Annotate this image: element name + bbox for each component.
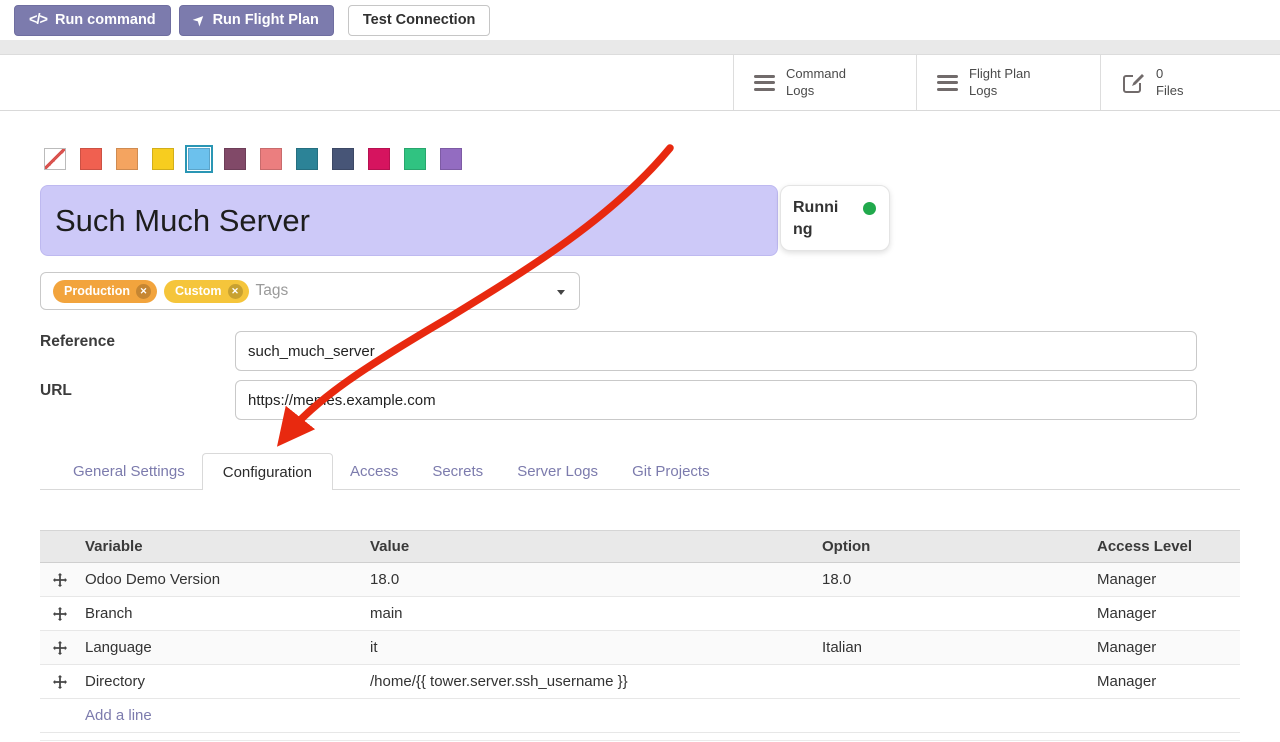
cell-access-level[interactable]: Manager — [1092, 673, 1240, 690]
test-connection-button[interactable]: Test Connection — [348, 5, 491, 36]
run-flight-plan-button[interactable]: ➤ Run Flight Plan — [179, 5, 334, 36]
drag-handle-icon[interactable] — [53, 641, 67, 655]
tab-secrets[interactable]: Secrets — [415, 453, 500, 489]
stat-label-line: Logs — [786, 83, 846, 100]
command-logs-stat-button[interactable]: Command Logs — [733, 55, 916, 110]
url-input[interactable] — [235, 380, 1197, 420]
cell-variable[interactable]: Directory — [80, 673, 365, 690]
cell-access-level[interactable]: Manager — [1092, 605, 1240, 622]
code-icon: </> — [29, 12, 47, 28]
color-swatch-yellow[interactable] — [152, 148, 174, 170]
gray-divider-band — [0, 40, 1280, 55]
stat-label-line: Flight Plan — [969, 66, 1030, 83]
table-row[interactable]: Directory /home/{{ tower.server.ssh_user… — [40, 665, 1240, 699]
url-label: URL — [40, 382, 72, 400]
column-header-access-level: Access Level — [1092, 538, 1240, 555]
status-label: Running — [793, 197, 845, 240]
remove-tag-icon[interactable]: ✕ — [228, 284, 243, 299]
color-swatch-orange[interactable] — [116, 148, 138, 170]
cell-variable[interactable]: Odoo Demo Version — [80, 571, 365, 588]
reference-input[interactable] — [235, 331, 1197, 371]
color-picker — [44, 148, 462, 170]
tab-general-settings[interactable]: General Settings — [56, 453, 202, 489]
run-command-button[interactable]: </> Run command — [14, 5, 171, 36]
table-row[interactable]: Language it Italian Manager — [40, 631, 1240, 665]
tags-field[interactable]: Production ✕ Custom ✕ Tags — [40, 272, 580, 310]
paper-plane-icon: ➤ — [190, 10, 209, 29]
cell-value[interactable]: main — [365, 605, 817, 622]
color-swatch-magenta[interactable] — [368, 148, 390, 170]
run-command-label: Run command — [55, 12, 156, 28]
status-card: Running — [780, 185, 890, 251]
tag-production[interactable]: Production ✕ — [53, 280, 157, 303]
column-header-value: Value — [365, 538, 817, 555]
stat-label-line: Command — [786, 66, 846, 83]
stat-label-line: Logs — [969, 83, 1030, 100]
column-header-variable: Variable — [80, 538, 365, 555]
add-line-row: Add a line — [40, 699, 1240, 733]
tab-configuration[interactable]: Configuration — [202, 453, 333, 490]
drag-handle-icon[interactable] — [53, 675, 67, 689]
cell-option[interactable]: Italian — [817, 639, 1092, 656]
run-flight-plan-label: Run Flight Plan — [213, 12, 319, 28]
cell-value[interactable]: /home/{{ tower.server.ssh_username }} — [365, 673, 817, 690]
tab-git-projects[interactable]: Git Projects — [615, 453, 727, 489]
section-divider — [40, 740, 1240, 741]
color-swatch-cyan-selected[interactable] — [188, 148, 210, 170]
cell-variable[interactable]: Branch — [80, 605, 365, 622]
column-header-option: Option — [817, 538, 1092, 555]
dropdown-caret-icon[interactable] — [557, 290, 565, 295]
tag-label: Production — [64, 284, 130, 298]
configuration-table: Variable Value Option Access Level Odoo … — [40, 530, 1240, 733]
cell-option[interactable]: 18.0 — [817, 571, 1092, 588]
cell-access-level[interactable]: Manager — [1092, 571, 1240, 588]
tag-label: Custom — [175, 284, 222, 298]
tag-custom[interactable]: Custom ✕ — [164, 280, 249, 303]
drag-handle-icon[interactable] — [53, 573, 67, 587]
color-swatch-dark-blue[interactable] — [332, 148, 354, 170]
files-stat-button[interactable]: 0 Files — [1100, 55, 1280, 110]
table-header-row: Variable Value Option Access Level — [40, 530, 1240, 563]
tab-access[interactable]: Access — [333, 453, 415, 489]
edit-files-icon — [1121, 71, 1145, 95]
files-label: Files — [1156, 83, 1183, 100]
color-swatch-dark-purple[interactable] — [224, 148, 246, 170]
top-toolbar: </> Run command ➤ Run Flight Plan Test C… — [0, 0, 1280, 40]
table-row[interactable]: Branch main Manager — [40, 597, 1240, 631]
color-swatch-red[interactable] — [80, 148, 102, 170]
remove-tag-icon[interactable]: ✕ — [136, 284, 151, 299]
cell-access-level[interactable]: Manager — [1092, 639, 1240, 656]
color-swatch-no-color[interactable] — [44, 148, 66, 170]
cell-value[interactable]: 18.0 — [365, 571, 817, 588]
reference-label: Reference — [40, 333, 115, 351]
cell-variable[interactable]: Language — [80, 639, 365, 656]
flight-plan-logs-stat-button[interactable]: Flight Plan Logs — [916, 55, 1100, 110]
list-lines-icon — [754, 75, 775, 91]
cell-value[interactable]: it — [365, 639, 817, 656]
stat-button-box: Command Logs Flight Plan Logs 0 Files — [733, 55, 1280, 110]
server-name-input[interactable] — [40, 185, 778, 256]
color-swatch-green[interactable] — [404, 148, 426, 170]
status-running-dot — [863, 202, 876, 215]
tags-placeholder: Tags — [256, 282, 289, 300]
files-count: 0 — [1156, 66, 1183, 83]
color-swatch-salmon[interactable] — [260, 148, 282, 170]
table-row[interactable]: Odoo Demo Version 18.0 18.0 Manager — [40, 563, 1240, 597]
add-a-line-link[interactable]: Add a line — [85, 707, 152, 724]
tab-server-logs[interactable]: Server Logs — [500, 453, 615, 489]
list-lines-icon — [937, 75, 958, 91]
color-swatch-purple[interactable] — [440, 148, 462, 170]
drag-handle-icon[interactable] — [53, 607, 67, 621]
notebook-tabs: General Settings Configuration Access Se… — [40, 453, 1240, 490]
color-swatch-teal[interactable] — [296, 148, 318, 170]
